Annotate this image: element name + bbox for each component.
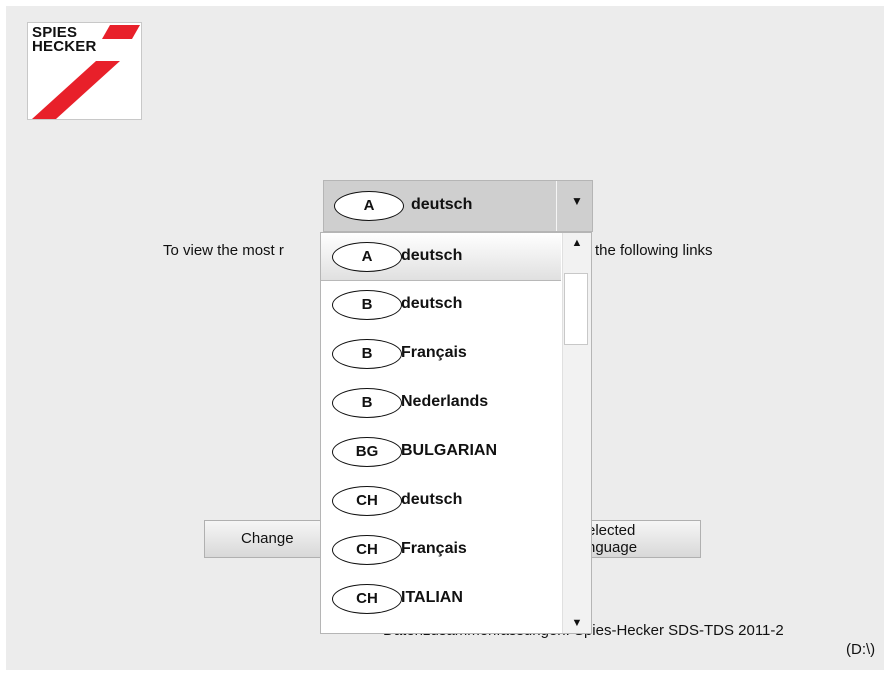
country-code-badge: CH (332, 584, 402, 614)
scrollbar-thumb[interactable] (564, 273, 588, 345)
language-option-label: ITALIAN (401, 589, 463, 606)
language-option[interactable]: CH Français (321, 526, 561, 574)
language-option-label: Nederlands (401, 393, 489, 410)
country-code-badge: CH (332, 535, 402, 565)
language-dropdown-list[interactable]: A deutsch B deutsch B Français B Nederla… (320, 232, 592, 634)
selected-language-label-line2: nguage (587, 539, 638, 556)
language-option[interactable]: CH ITALIAN (321, 575, 561, 623)
country-code-badge: CH (332, 486, 402, 516)
scroll-up-arrow-icon[interactable]: ▲ (563, 237, 591, 249)
logo-text-hecker: HECKER (32, 38, 97, 55)
country-code-badge: B (332, 290, 402, 320)
country-code-badge: A (332, 242, 402, 272)
language-option-label: deutsch (401, 247, 463, 264)
country-code-badge: B (332, 339, 402, 369)
change-button-label: Change (241, 530, 294, 547)
dropdown-scrollbar[interactable]: ▲ ▼ (562, 233, 591, 633)
language-option-label: BULGARIAN (401, 442, 497, 459)
scroll-down-arrow-icon[interactable]: ▼ (563, 617, 591, 629)
app-canvas: SPIES HECKER To view the most r the foll… (6, 6, 884, 670)
intro-text-left: To view the most r (163, 242, 284, 259)
country-code-badge: A (334, 191, 404, 221)
selected-language-button[interactable]: elected nguage (586, 520, 701, 558)
change-button[interactable]: Change (204, 520, 324, 558)
chevron-down-icon[interactable]: ▼ (562, 194, 592, 208)
language-option[interactable]: B Français (321, 330, 561, 378)
language-option[interactable]: B Nederlands (321, 379, 561, 427)
language-select[interactable]: A deutsch ▼ (323, 180, 593, 232)
combo-separator (556, 181, 557, 231)
language-option[interactable]: CH deutsch (321, 477, 561, 525)
language-option-label: deutsch (401, 491, 463, 508)
language-option-label: Français (401, 344, 467, 361)
selected-language-label-line1: elected (587, 522, 636, 539)
language-option[interactable]: BG BULGARIAN (321, 428, 561, 476)
language-option[interactable]: B deutsch (321, 281, 561, 329)
country-code-badge: B (332, 388, 402, 418)
language-option[interactable]: A deutsch (321, 233, 561, 281)
language-option-label: Français (401, 540, 467, 557)
selected-language: deutsch (411, 196, 473, 213)
language-option-label: deutsch (401, 295, 463, 312)
spies-hecker-logo: SPIES HECKER (27, 22, 142, 120)
intro-text-right: the following links (595, 242, 713, 259)
footer-drive: (D:\) (846, 641, 876, 658)
country-code-badge: BG (332, 437, 402, 467)
